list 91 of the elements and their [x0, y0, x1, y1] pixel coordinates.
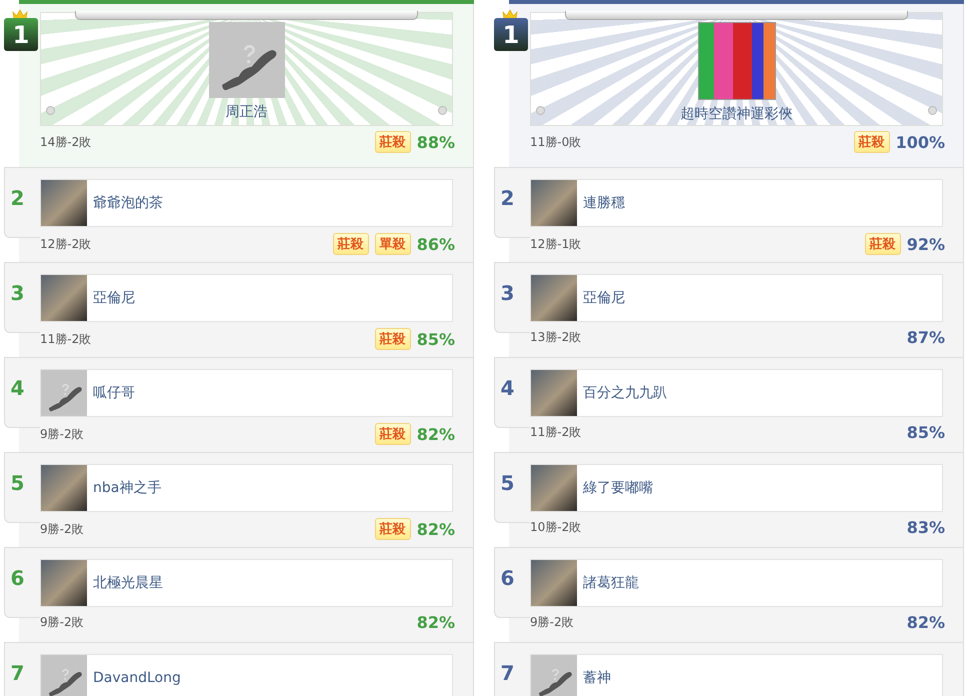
pin-icon	[438, 106, 447, 115]
win-loss-record: 9勝-2敗	[40, 520, 84, 538]
rank-row[interactable]: 6 北極光晨星 9勝-2敗 82%	[4, 548, 474, 643]
rank-number: 5	[10, 471, 24, 495]
avatar-photo	[41, 275, 87, 321]
rank-badge: 1	[4, 18, 38, 51]
rank-number: 3	[10, 281, 24, 305]
kill-tag: 單殺	[374, 233, 411, 255]
kill-tag: 莊殺	[332, 233, 369, 255]
rank-number: 6	[500, 566, 514, 590]
win-loss-record: 11勝-2敗	[40, 330, 92, 348]
rank-number: 3	[500, 281, 514, 305]
pin-icon	[928, 106, 937, 115]
default-avatar-icon	[41, 370, 87, 416]
win-loss-record: 9勝-2敗	[40, 426, 84, 442]
avatar-photo	[531, 180, 577, 226]
player-name[interactable]: 諸葛狂龍	[583, 574, 639, 592]
win-loss-record: 11勝-0敗	[530, 134, 582, 150]
win-loss-record: 12勝-1敗	[530, 236, 582, 252]
rank-row[interactable]: 7 蓄神	[494, 643, 964, 696]
win-loss-record: 13勝-2敗	[530, 329, 582, 346]
win-rate: 85%	[906, 423, 945, 442]
rank-row[interactable]: 6 諸葛狂龍 9勝-2敗 82%	[494, 548, 964, 643]
rank-number: 7	[500, 661, 514, 685]
player-name[interactable]: DavandLong	[93, 670, 181, 686]
avatar-photo	[531, 560, 577, 606]
win-rate: 88%	[416, 132, 455, 152]
avatar-photo	[41, 465, 87, 511]
win-loss-record: 14勝-2敗	[40, 134, 92, 150]
rank-number: 2	[500, 186, 514, 210]
rank-number: 6	[10, 566, 24, 590]
win-rate: 82%	[906, 613, 945, 632]
pin-icon	[536, 106, 545, 115]
player-name[interactable]: 周正浩	[226, 103, 268, 121]
win-rate: 83%	[906, 518, 945, 537]
kill-tag: 莊殺	[374, 518, 411, 540]
rank-row[interactable]: 2 爺爺泡的茶 12勝-2敗 莊殺 單殺 86%	[4, 168, 474, 263]
avatar-photo	[41, 180, 87, 226]
win-rate: 86%	[416, 234, 455, 254]
rank-row[interactable]: 2 連勝穩 12勝-1敗 莊殺 92%	[494, 168, 964, 263]
kill-tag: 莊殺	[864, 233, 901, 255]
avatar-photo	[531, 370, 577, 416]
rank-row[interactable]: 4 呱仔哥 9勝-2敗 莊殺 82%	[4, 358, 474, 453]
rank-row[interactable]: 3 亞倫尼 13勝-2敗 87%	[494, 263, 964, 358]
rank-row[interactable]: 5 nba神之手 9勝-2敗 莊殺 82%	[4, 453, 474, 548]
rank-number: 4	[10, 376, 24, 400]
kill-tag: 莊殺	[374, 131, 411, 153]
pin-icon	[46, 106, 55, 115]
avatar-photo	[531, 465, 577, 511]
rank-row[interactable]: 4 百分之九九趴 11勝-2敗 85%	[494, 358, 964, 453]
rank-number: 5	[500, 471, 514, 495]
default-avatar-icon	[208, 22, 284, 98]
player-name[interactable]: 綠了要嘟嘴	[583, 479, 653, 497]
win-rate: 82%	[416, 613, 455, 632]
top-rank-card[interactable]: 1 周正浩 14勝-2敗 莊殺 88%	[4, 4, 474, 168]
player-name[interactable]: 亞倫尼	[93, 289, 135, 307]
rank-number: 4	[500, 376, 514, 400]
player-name[interactable]: 呱仔哥	[93, 384, 135, 402]
player-name[interactable]: 百分之九九趴	[583, 384, 667, 402]
default-avatar-icon	[41, 655, 87, 696]
kill-tag: 莊殺	[374, 328, 411, 350]
win-loss-record: 10勝-2敗	[530, 519, 582, 536]
avatar-photo	[41, 560, 87, 606]
default-avatar-icon	[531, 655, 577, 696]
win-rate: 100%	[896, 132, 945, 152]
player-name[interactable]: 爺爺泡的茶	[93, 194, 163, 212]
rank-row[interactable]: 5 綠了要嘟嘴 10勝-2敗 83%	[494, 453, 964, 548]
rank-row[interactable]: 3 亞倫尼 11勝-2敗 莊殺 85%	[4, 263, 474, 358]
rank-number: 7	[10, 661, 24, 685]
rank-number: 2	[10, 186, 24, 210]
player-name[interactable]: 蓄神	[583, 669, 611, 687]
player-name[interactable]: 超時空讚神運彩俠	[680, 105, 792, 123]
player-name[interactable]: 連勝穩	[583, 194, 625, 212]
player-name[interactable]: 亞倫尼	[583, 289, 625, 307]
win-rate: 82%	[416, 424, 455, 444]
kill-tag: 莊殺	[854, 131, 890, 153]
player-name[interactable]: nba神之手	[93, 479, 162, 497]
win-rate: 92%	[906, 234, 945, 254]
win-loss-record: 9勝-2敗	[40, 614, 84, 631]
win-loss-record: 9勝-2敗	[530, 614, 574, 631]
win-loss-record: 11勝-2敗	[530, 424, 582, 441]
avatar-photo	[531, 275, 577, 321]
player-name[interactable]: 北極光晨星	[93, 574, 163, 592]
rank-row[interactable]: 7 DavandLong	[4, 643, 474, 696]
kill-tag: 莊殺	[374, 423, 411, 445]
win-rate: 87%	[906, 328, 945, 347]
win-rate: 82%	[416, 520, 455, 538]
top-rank-card[interactable]: 1 超時空讚神運彩俠 11勝-0敗 莊殺 100%	[494, 4, 964, 168]
rank-badge: 1	[494, 18, 528, 51]
win-loss-record: 12勝-2敗	[40, 236, 92, 252]
win-rate: 85%	[416, 330, 455, 348]
